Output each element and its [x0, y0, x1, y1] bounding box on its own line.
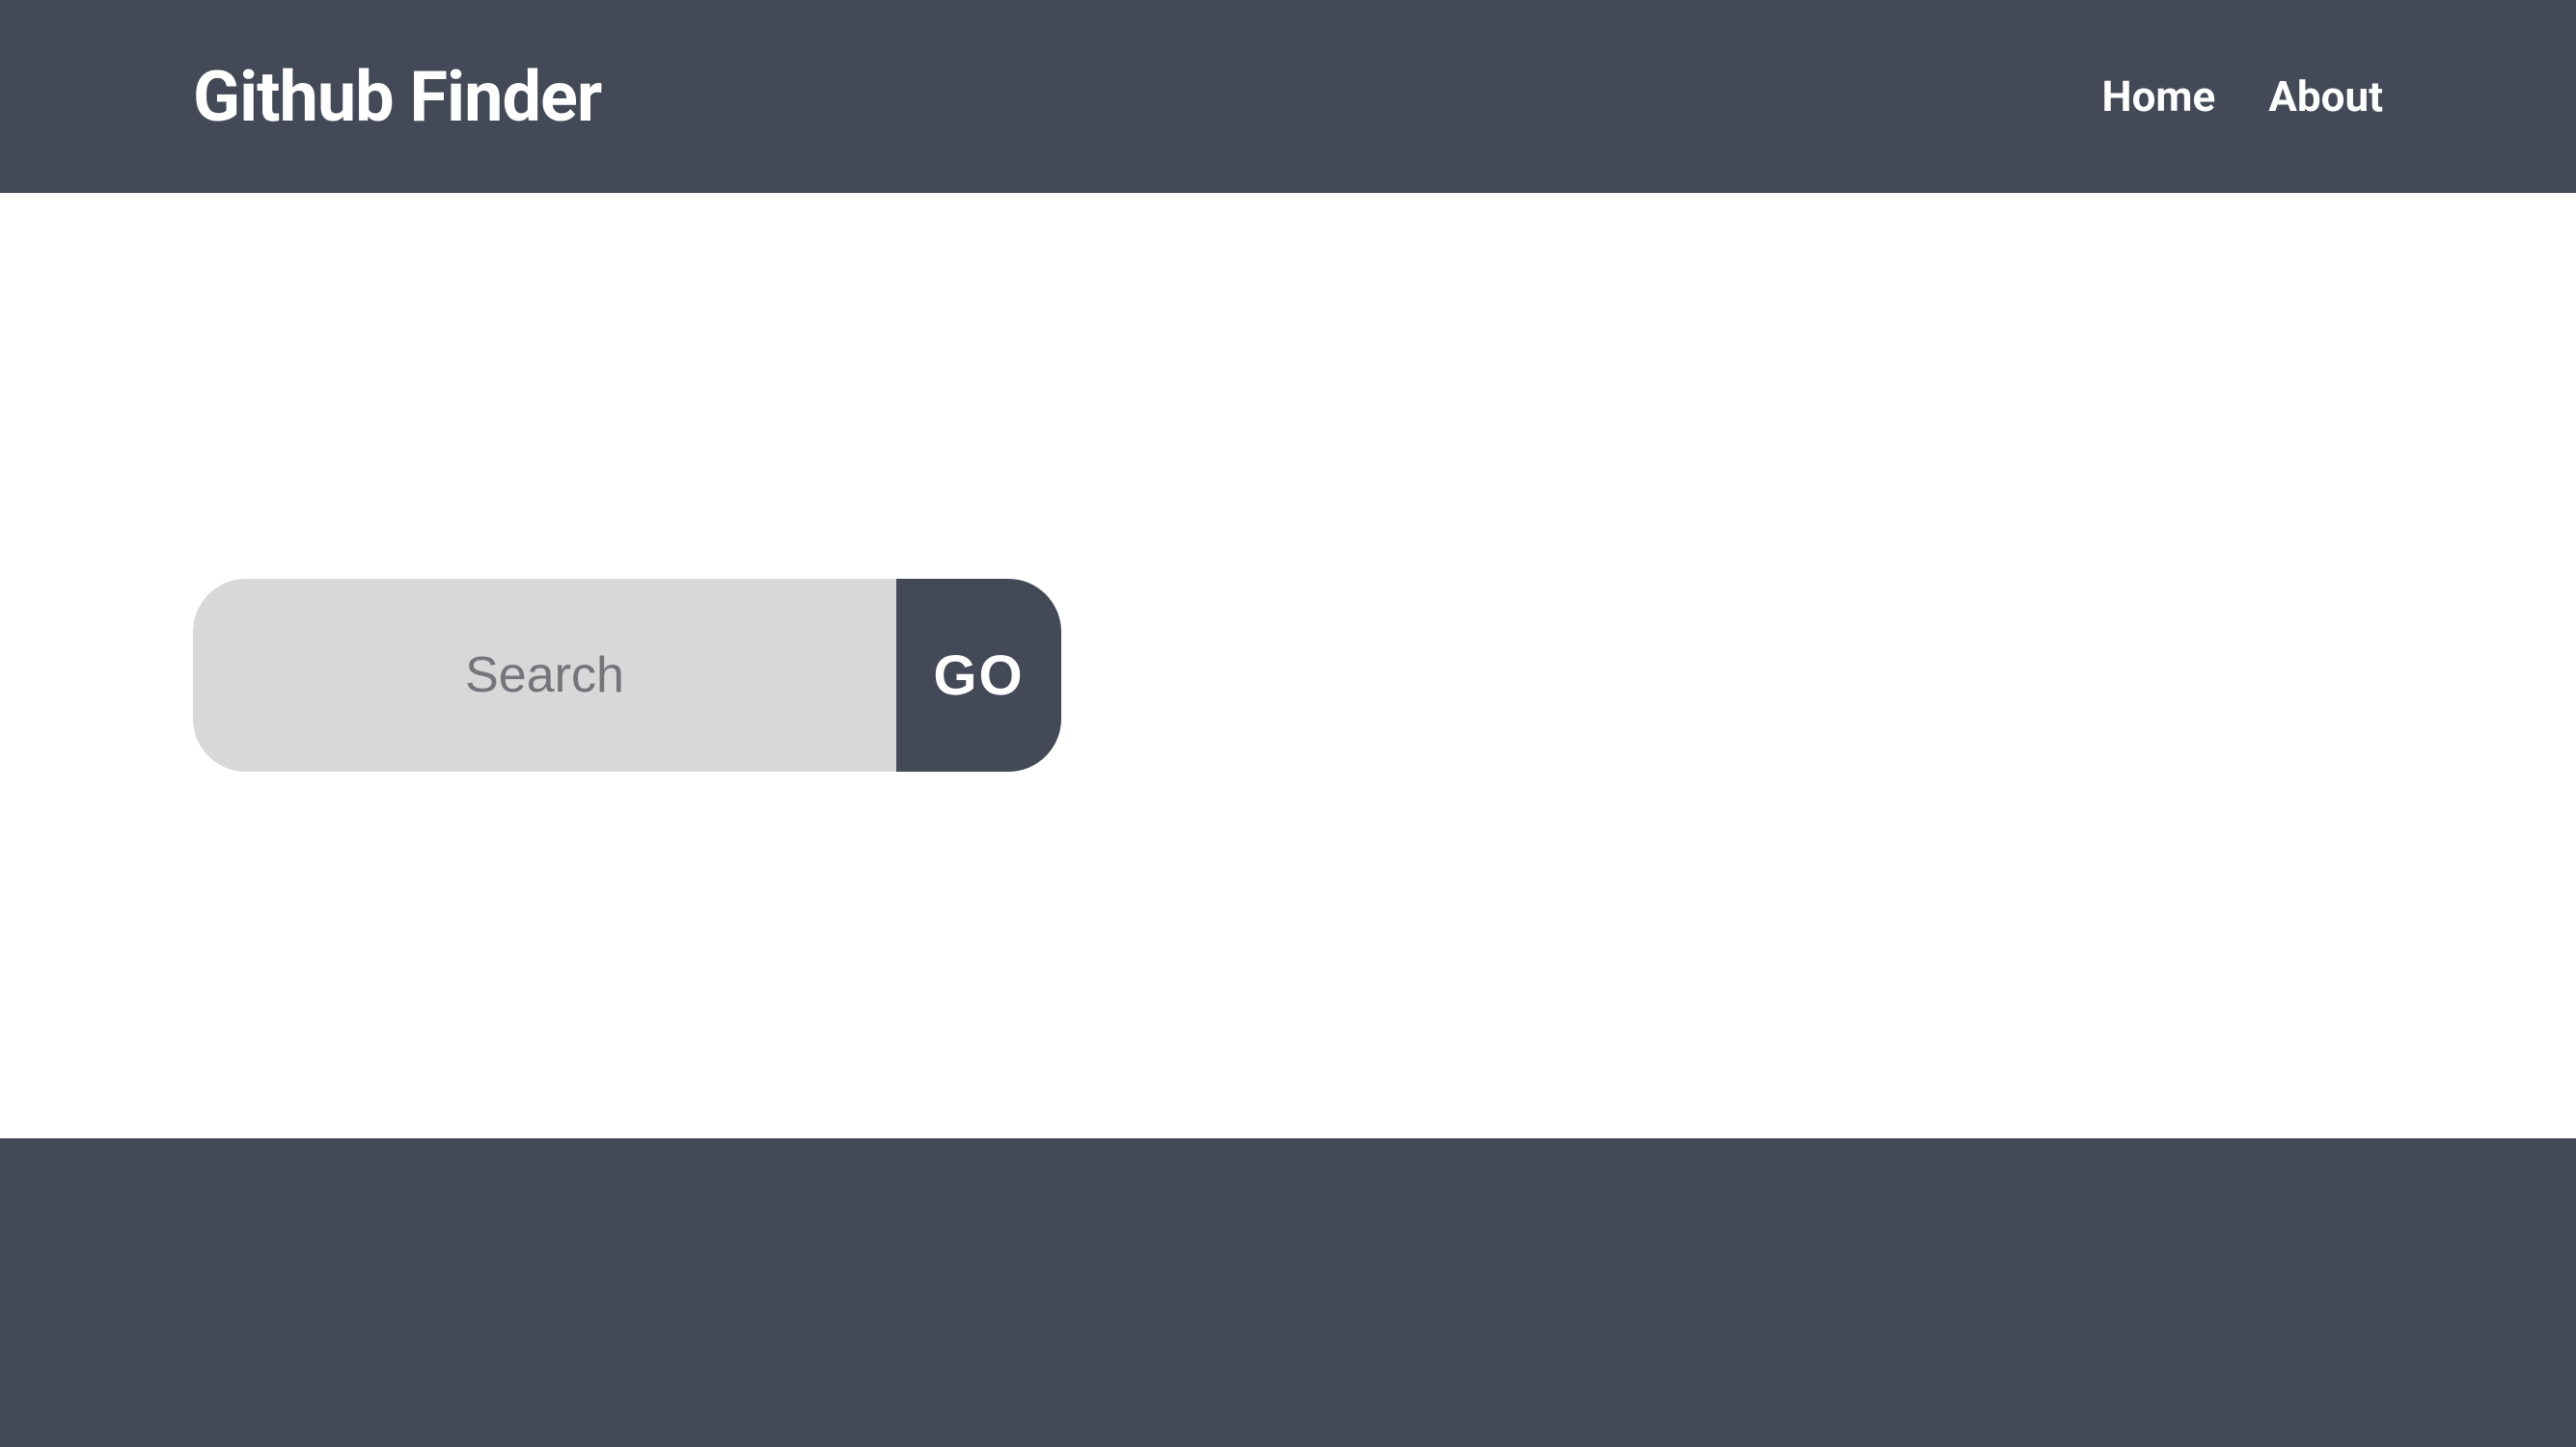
search-go-button[interactable]: GO: [896, 579, 1061, 772]
nav-link-about[interactable]: About: [2268, 71, 2383, 122]
navbar: Github Finder Home About: [0, 0, 2576, 193]
navbar-links: Home About: [2102, 71, 2383, 122]
main-content: GO: [0, 193, 2576, 1138]
footer: [0, 1138, 2576, 1447]
app-title: Github Finder: [193, 56, 601, 138]
nav-link-home[interactable]: Home: [2102, 71, 2216, 122]
search-container: GO: [193, 579, 1061, 772]
search-input[interactable]: [193, 579, 896, 772]
